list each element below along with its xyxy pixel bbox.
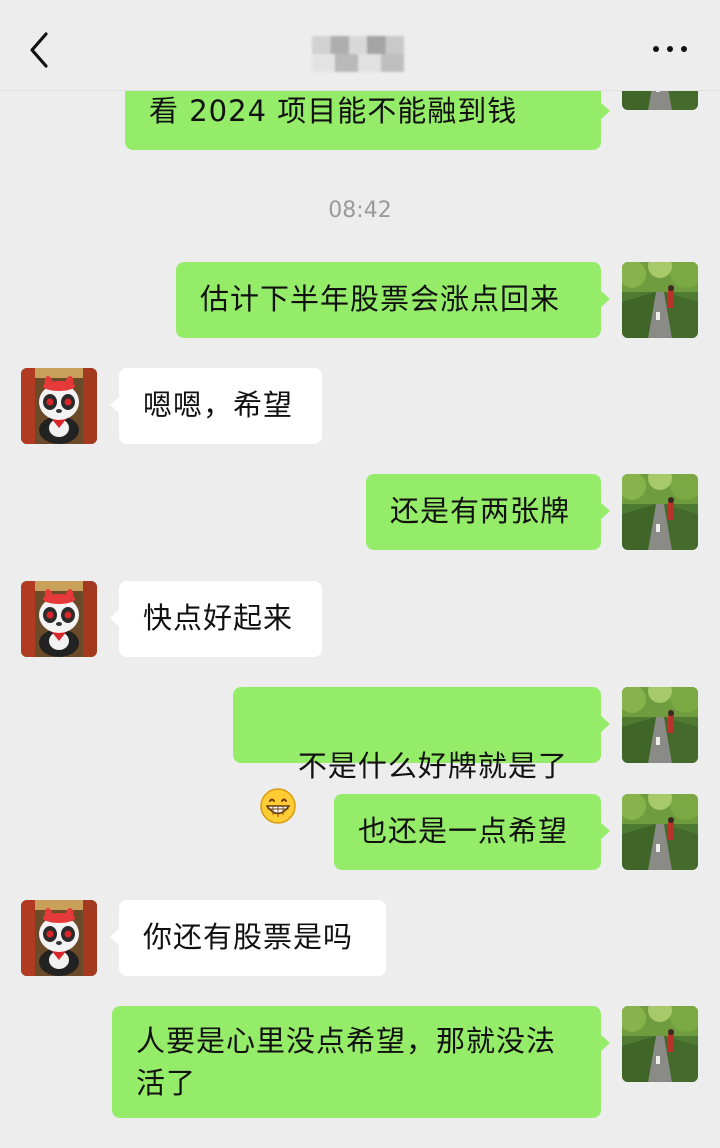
chat-header (0, 0, 720, 91)
message-timestamp: 08:42 (328, 198, 392, 223)
more-options-button[interactable] (650, 40, 690, 60)
chat-screen: 看 2024 项目能不能融到钱 08:42 估计下半年股票会涨点回来 嗯嗯，希望… (0, 0, 720, 1148)
outgoing-message-bubble[interactable]: 人要是心里没点希望，那就没法 活了 (112, 1006, 610, 1118)
back-button[interactable] (22, 28, 62, 72)
outgoing-message-bubble[interactable]: 不是什么好牌就是了 (233, 687, 610, 824)
incoming-message-bubble[interactable]: 嗯嗯，希望 (110, 368, 322, 444)
outgoing-message-bubble[interactable]: 估计下半年股票会涨点回来 (176, 262, 610, 338)
contact-avatar[interactable] (21, 368, 97, 444)
outgoing-message-bubble[interactable]: 也还是一点希望 (334, 794, 610, 870)
my-avatar[interactable] (622, 1006, 698, 1082)
incoming-message-bubble[interactable]: 快点好起来 (110, 581, 322, 657)
my-avatar[interactable] (622, 474, 698, 550)
incoming-message-bubble[interactable]: 你还有股票是吗 (110, 900, 386, 976)
outgoing-message-bubble[interactable]: 还是有两张牌 (366, 474, 610, 550)
contact-avatar[interactable] (21, 900, 97, 976)
my-avatar[interactable] (622, 794, 698, 870)
message-text: 不是什么好牌就是了 (297, 749, 568, 783)
chevron-left-icon (30, 32, 48, 68)
grinning-face-icon (260, 788, 296, 824)
contact-avatar[interactable] (21, 581, 97, 657)
contact-name-redacted (312, 36, 404, 72)
my-avatar[interactable] (622, 262, 698, 338)
my-avatar[interactable] (622, 687, 698, 763)
